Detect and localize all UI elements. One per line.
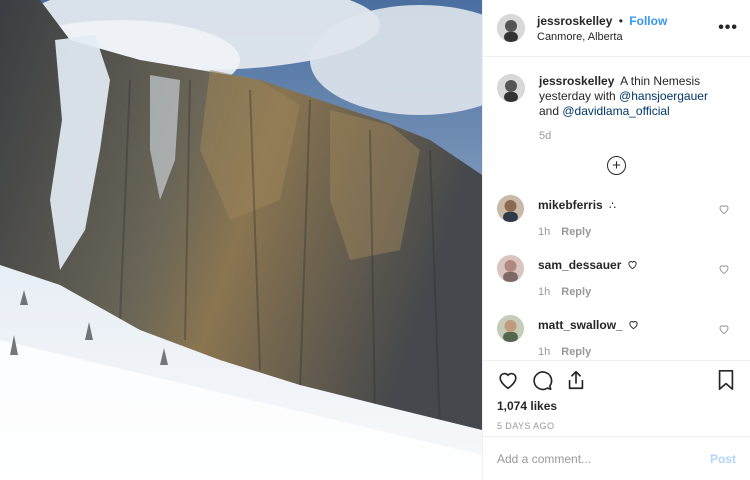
comment-item: mikebferris ∴ 1h Reply <box>497 195 736 255</box>
likes-count[interactable]: 1,074 likes <box>497 399 736 413</box>
heart-emoji-icon <box>629 321 638 330</box>
post-header: jessroskelley • Follow Canmore, Alberta … <box>483 0 750 57</box>
like-comment-heart-icon[interactable] <box>718 263 730 275</box>
like-comment-heart-icon[interactable] <box>718 203 730 215</box>
avatar-image <box>497 74 525 102</box>
post-sidebar: jessroskelley • Follow Canmore, Alberta … <box>482 0 750 480</box>
commenter-username[interactable]: mikebferris <box>538 198 603 212</box>
comments-section: jessroskelley A thin Nemesis yesterday w… <box>483 57 750 360</box>
mention-link[interactable]: @davidlama_official <box>562 104 669 118</box>
commenter-avatar[interactable] <box>497 315 524 342</box>
more-options-icon[interactable]: ••• <box>718 19 738 37</box>
add-comment-bar: Post <box>483 436 750 480</box>
header-info: jessroskelley • Follow Canmore, Alberta <box>537 14 718 43</box>
caption-body: jessroskelley A thin Nemesis yesterday w… <box>539 74 729 144</box>
post-comment-button[interactable]: Post <box>710 452 736 466</box>
caption-text-2: and <box>539 104 563 118</box>
comment-body: sam_dessauer 1h Reply <box>538 255 638 298</box>
comment-time: 1h <box>538 346 551 358</box>
avatar-image <box>497 195 524 222</box>
comment-time: 1h <box>538 226 551 238</box>
commenter-username[interactable]: matt_swallow_ <box>538 318 623 332</box>
post-actions: 1,074 likes 5 DAYS AGO <box>483 360 750 436</box>
reply-button[interactable]: Reply <box>561 286 591 298</box>
load-more-comments: + <box>497 156 736 175</box>
mention-link[interactable]: @hansjoergauer <box>619 89 708 103</box>
heart-emoji-icon <box>628 261 637 270</box>
author-username[interactable]: jessroskelley <box>537 14 612 28</box>
commenter-username[interactable]: sam_dessauer <box>538 258 621 272</box>
bookmark-icon[interactable] <box>716 369 736 391</box>
reply-button[interactable]: Reply <box>561 226 591 238</box>
add-comment-input[interactable] <box>497 451 710 466</box>
action-icons <box>497 361 736 399</box>
post-location[interactable]: Canmore, Alberta <box>537 31 718 43</box>
caption-time: 5d <box>539 130 552 142</box>
post-image-mountain <box>0 0 482 480</box>
avatar-image <box>497 255 524 282</box>
commenter-avatar[interactable] <box>497 195 524 222</box>
caption-username[interactable]: jessroskelley <box>539 74 614 88</box>
reply-button[interactable]: Reply <box>561 346 591 358</box>
commenter-avatar[interactable] <box>497 255 524 282</box>
pray-hands-icon: ∴ <box>609 200 617 212</box>
author-avatar[interactable] <box>497 14 525 42</box>
comment-body: matt_swallow_ 1h Reply <box>538 315 639 358</box>
comment-meta: 1h Reply <box>538 286 638 298</box>
heart-icon[interactable] <box>497 369 519 391</box>
post-photo[interactable] <box>0 0 482 480</box>
comment-body: mikebferris ∴ 1h Reply <box>538 195 616 238</box>
share-icon[interactable] <box>565 369 587 391</box>
caption: jessroskelley A thin Nemesis yesterday w… <box>497 74 736 144</box>
avatar-image <box>497 315 524 342</box>
comment-time: 1h <box>538 286 551 298</box>
like-comment-heart-icon[interactable] <box>718 323 730 335</box>
load-more-comments-icon[interactable]: + <box>607 156 626 175</box>
instagram-post: jessroskelley • Follow Canmore, Alberta … <box>0 0 750 480</box>
comment-item: matt_swallow_ 1h Reply <box>497 315 736 360</box>
comment-meta: 1h Reply <box>538 226 616 238</box>
avatar-image <box>497 14 525 42</box>
comment-item: sam_dessauer 1h Reply <box>497 255 736 315</box>
caption-avatar[interactable] <box>497 74 525 102</box>
follow-button[interactable]: Follow <box>629 14 667 28</box>
separator-dot: • <box>618 13 623 28</box>
comment-meta: 1h Reply <box>538 346 639 358</box>
posted-ago[interactable]: 5 DAYS AGO <box>497 421 736 431</box>
comment-icon[interactable] <box>531 369 553 391</box>
